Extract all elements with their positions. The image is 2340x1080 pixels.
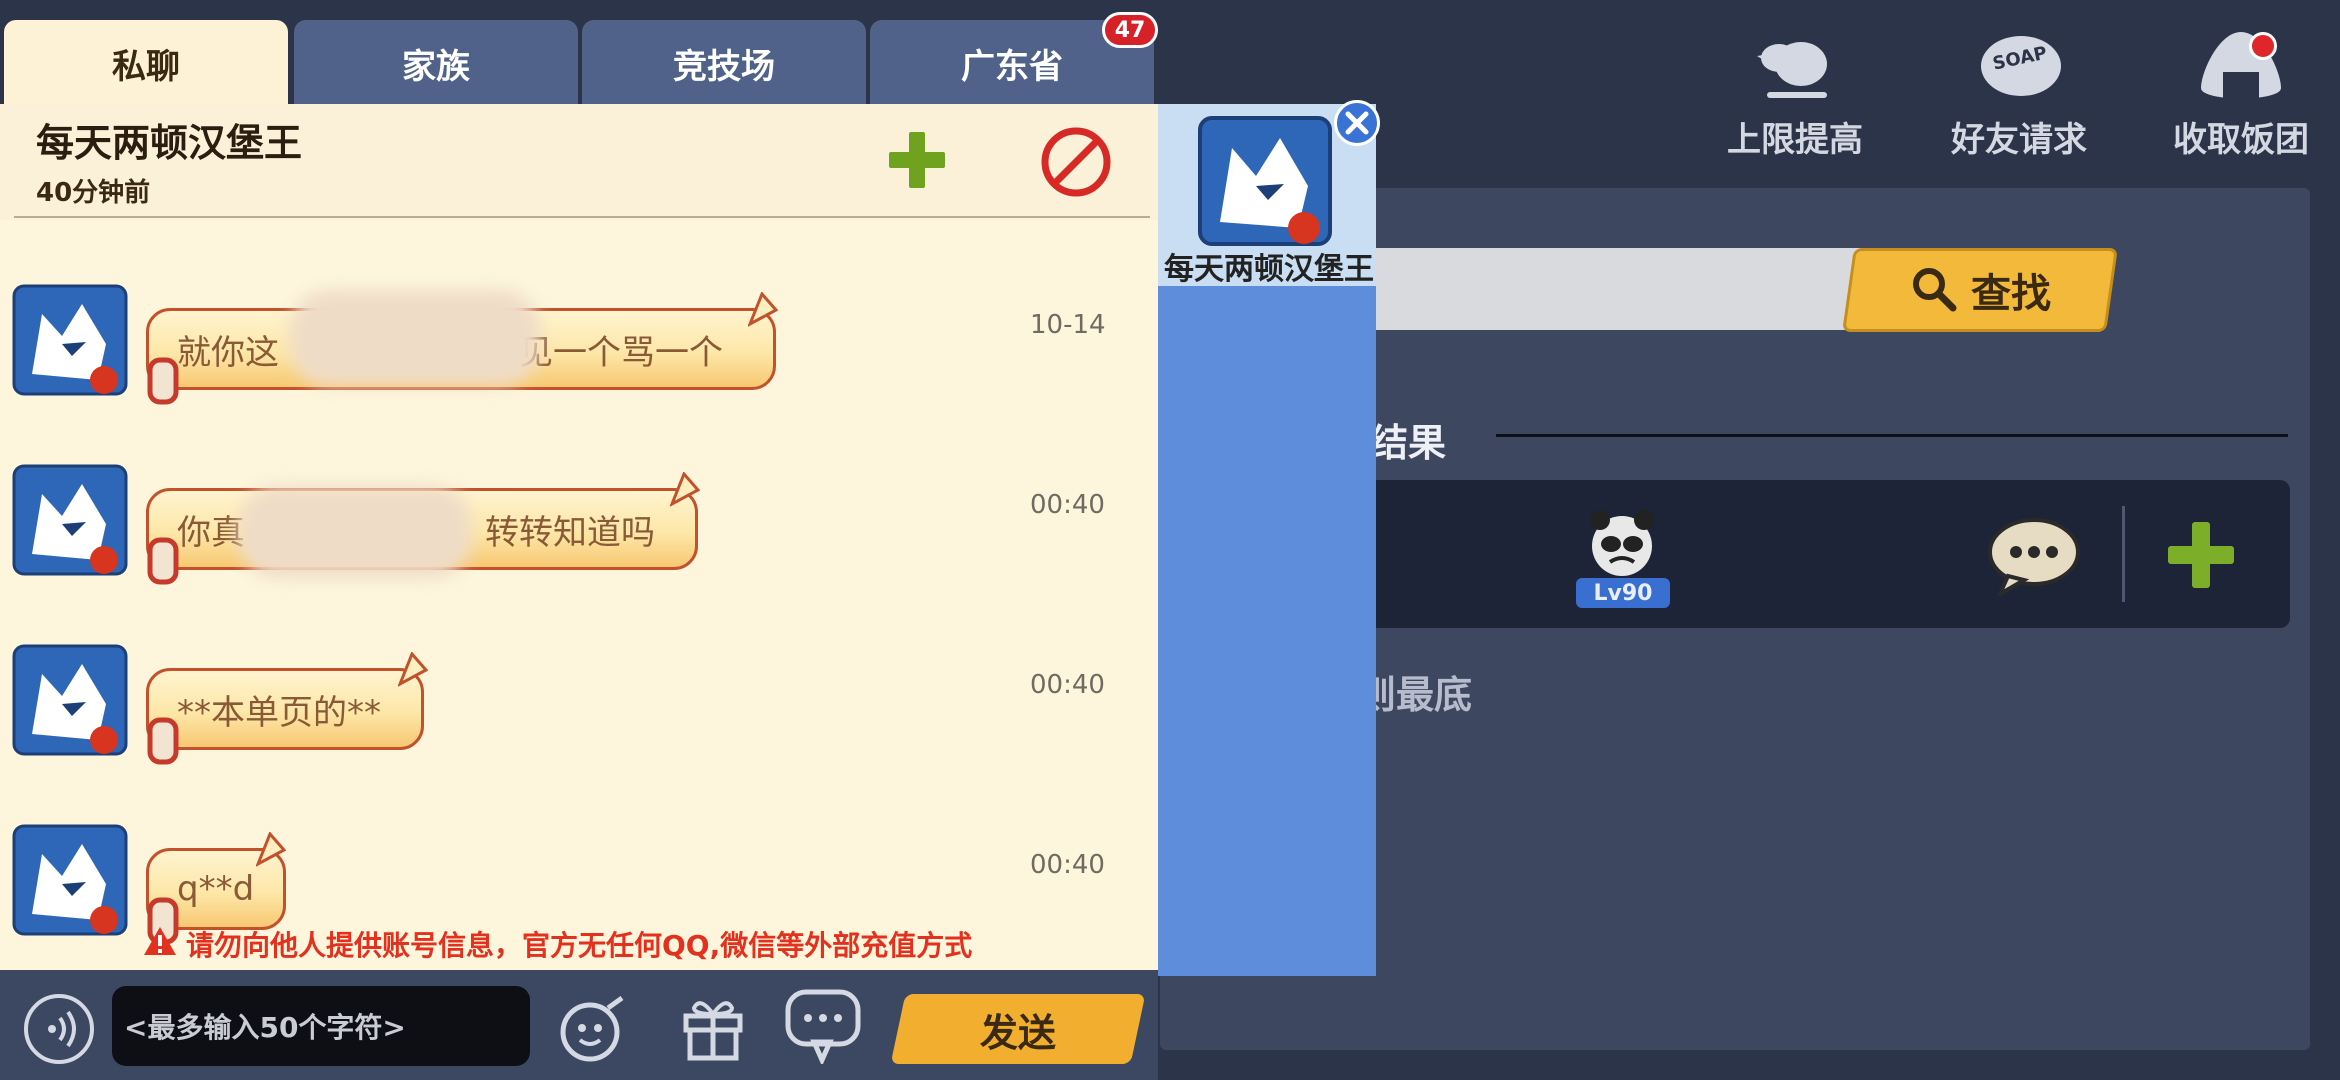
rice-ball-icon (2193, 26, 2289, 108)
header-divider (14, 216, 1150, 218)
message-bubble: **本单页的** (146, 668, 424, 750)
send-button[interactable]: 发送 (890, 994, 1146, 1064)
rank-badge-icon (142, 350, 184, 410)
message-time: 00:40 (1030, 670, 1105, 700)
level-badge: Lv90 (1576, 578, 1670, 608)
magnifier-icon (1909, 264, 1957, 316)
popup-avatar[interactable] (1196, 114, 1334, 248)
message-time: 00:40 (1030, 850, 1105, 880)
close-icon (1345, 111, 1369, 135)
message-avatar[interactable] (12, 464, 128, 576)
gift-icon[interactable] (680, 992, 746, 1062)
soap-icon: SOAP (1971, 26, 2067, 108)
unread-badge: 47 (1102, 12, 1158, 48)
warning-text: 请勿向他人提供账号信息，官方无任何QQ,微信等外部充值方式 (186, 929, 973, 962)
emoji-icon[interactable] (556, 992, 628, 1064)
friend-request-button[interactable]: SOAP 好友请求 (1944, 26, 2094, 160)
collect-rice-ball-button[interactable]: 收取饭团 (2166, 26, 2316, 160)
bird-icon (1747, 26, 1843, 108)
notification-dot (2249, 32, 2277, 60)
chat-bubble-icon[interactable] (1986, 516, 2082, 599)
search-button[interactable]: 查找 (1842, 248, 2118, 332)
warning-icon (142, 925, 178, 964)
voice-input-button[interactable] (24, 994, 94, 1064)
limit-increase-button[interactable]: 上限提高 (1720, 26, 1870, 160)
message-time: 00:40 (1030, 490, 1105, 520)
popup-name: 每天两顿汉堡王 (1164, 252, 1374, 287)
rank-badge-icon (142, 530, 184, 590)
message-avatar[interactable] (12, 824, 128, 936)
chat-partner-name: 每天两顿汉堡王 (36, 121, 303, 165)
quick-phrase-icon[interactable] (784, 988, 864, 1067)
block-icon[interactable] (1038, 124, 1114, 200)
row-divider (2122, 506, 2125, 602)
bubble-tail-icon (255, 831, 287, 868)
sound-wave-icon (48, 1010, 76, 1048)
message-input[interactable]: <最多输入50个字符> (112, 986, 530, 1066)
bubble-tail-icon (747, 291, 779, 328)
security-warning: 请勿向他人提供账号信息，官方无任何QQ,微信等外部充值方式 (142, 924, 972, 964)
tab-arena[interactable]: 竞技场 (582, 20, 866, 106)
tab-family[interactable]: 家族 (294, 20, 578, 106)
redaction-blur (238, 486, 472, 578)
chat-partner-last-seen: 40分钟前 (36, 178, 151, 208)
bubble-tail-icon (397, 651, 429, 688)
bubble-tail-icon (669, 471, 701, 508)
rank-badge-icon (142, 710, 184, 770)
redaction-blur (290, 290, 540, 386)
message-avatar[interactable] (12, 284, 128, 396)
chat-tabs: 私聊 家族 竞技场 广东省 47 (0, 0, 1158, 106)
message-time: 10-14 (1030, 310, 1106, 340)
tab-private-chat[interactable]: 私聊 (4, 20, 288, 106)
close-popup-button[interactable] (1334, 100, 1380, 146)
message-avatar[interactable] (12, 644, 128, 756)
add-friend-icon[interactable] (2164, 518, 2238, 592)
results-divider (1496, 434, 2288, 437)
results-title: 结果 (1370, 421, 1447, 465)
panda-avatar[interactable] (1584, 504, 1660, 584)
search-button-label: 查找 (1971, 271, 2051, 317)
add-contact-icon[interactable] (884, 130, 950, 190)
